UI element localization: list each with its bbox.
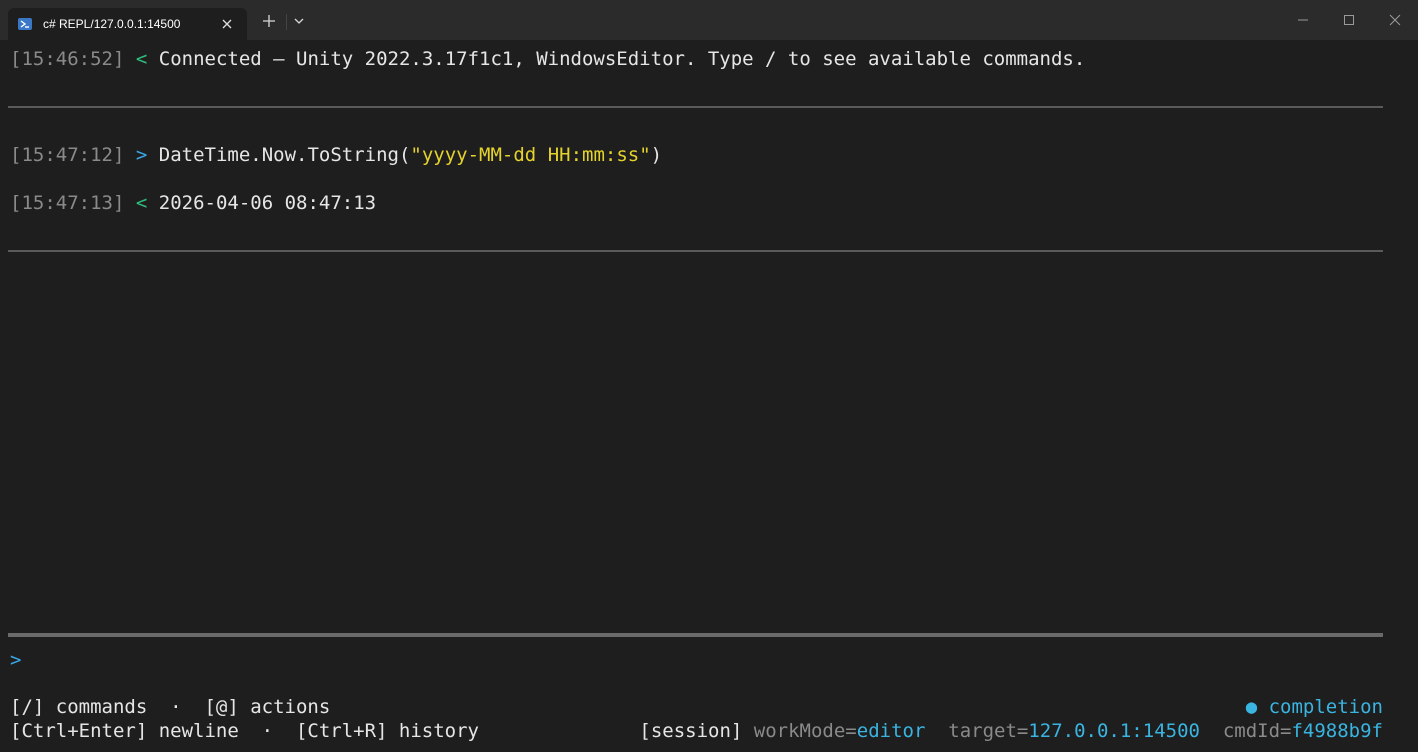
cmdid-value: f4988b9f <box>1291 720 1383 742</box>
timestamp: [15:46:52] <box>10 48 125 70</box>
titlebar-divider <box>286 14 287 30</box>
minimize-icon[interactable] <box>1293 10 1313 30</box>
input-prompt[interactable]: > <box>10 648 21 672</box>
log-text: Connected — Unity 2022.3.17f1c1, Windows… <box>158 48 1086 70</box>
chevron-down-icon[interactable] <box>290 12 308 30</box>
timestamp: [15:47:13] <box>10 192 125 214</box>
log-entry: [15:46:52] < Connected — Unity 2022.3.17… <box>10 47 1085 71</box>
input-separator <box>8 633 1383 637</box>
separator <box>8 250 1383 252</box>
log-text: 2026-04-06 08:47:13 <box>158 192 377 214</box>
tab-title: c# REPL/127.0.0.1:14500 <box>43 17 181 31</box>
workmode-key: workMode= <box>753 720 857 742</box>
target-key: target= <box>948 720 1029 742</box>
response-arrow: < <box>135 192 148 214</box>
completion-indicator: ● completion <box>1245 696 1383 718</box>
separator <box>8 106 1383 108</box>
code-string: "yyyy-MM-dd HH:mm:ss" <box>410 144 651 166</box>
close-tab-icon[interactable] <box>218 15 236 33</box>
log-entry: [15:47:12] > DateTime.Now.ToString("yyyy… <box>10 143 662 167</box>
log-entry: [15:47:13] < 2026-04-06 08:47:13 <box>10 191 376 215</box>
powershell-icon <box>18 17 32 31</box>
title-bar: c# REPL/127.0.0.1:14500 <box>0 0 1418 40</box>
target-value: 127.0.0.1:14500 <box>1028 720 1200 742</box>
timestamp: [15:47:12] <box>10 144 125 166</box>
input-arrow: > <box>135 144 148 166</box>
hint-keys: [Ctrl+Enter] newline · [Ctrl+R] history <box>10 720 479 742</box>
hint-commands: [/] commands · [@] actions <box>10 696 331 718</box>
tab-repl[interactable]: c# REPL/127.0.0.1:14500 <box>8 8 247 40</box>
session-label: [session] <box>639 720 743 742</box>
close-window-icon[interactable] <box>1385 10 1405 30</box>
workmode-value: editor <box>856 720 926 742</box>
response-arrow: < <box>135 48 148 70</box>
cmdid-key: cmdId= <box>1222 720 1292 742</box>
maximize-icon[interactable] <box>1339 10 1359 30</box>
code-prefix: DateTime.Now.ToString( <box>158 144 411 166</box>
session-status: [session] workMode=editor target=127.0.0… <box>639 719 1383 743</box>
new-tab-icon[interactable] <box>260 12 278 30</box>
code-suffix: ) <box>650 144 663 166</box>
